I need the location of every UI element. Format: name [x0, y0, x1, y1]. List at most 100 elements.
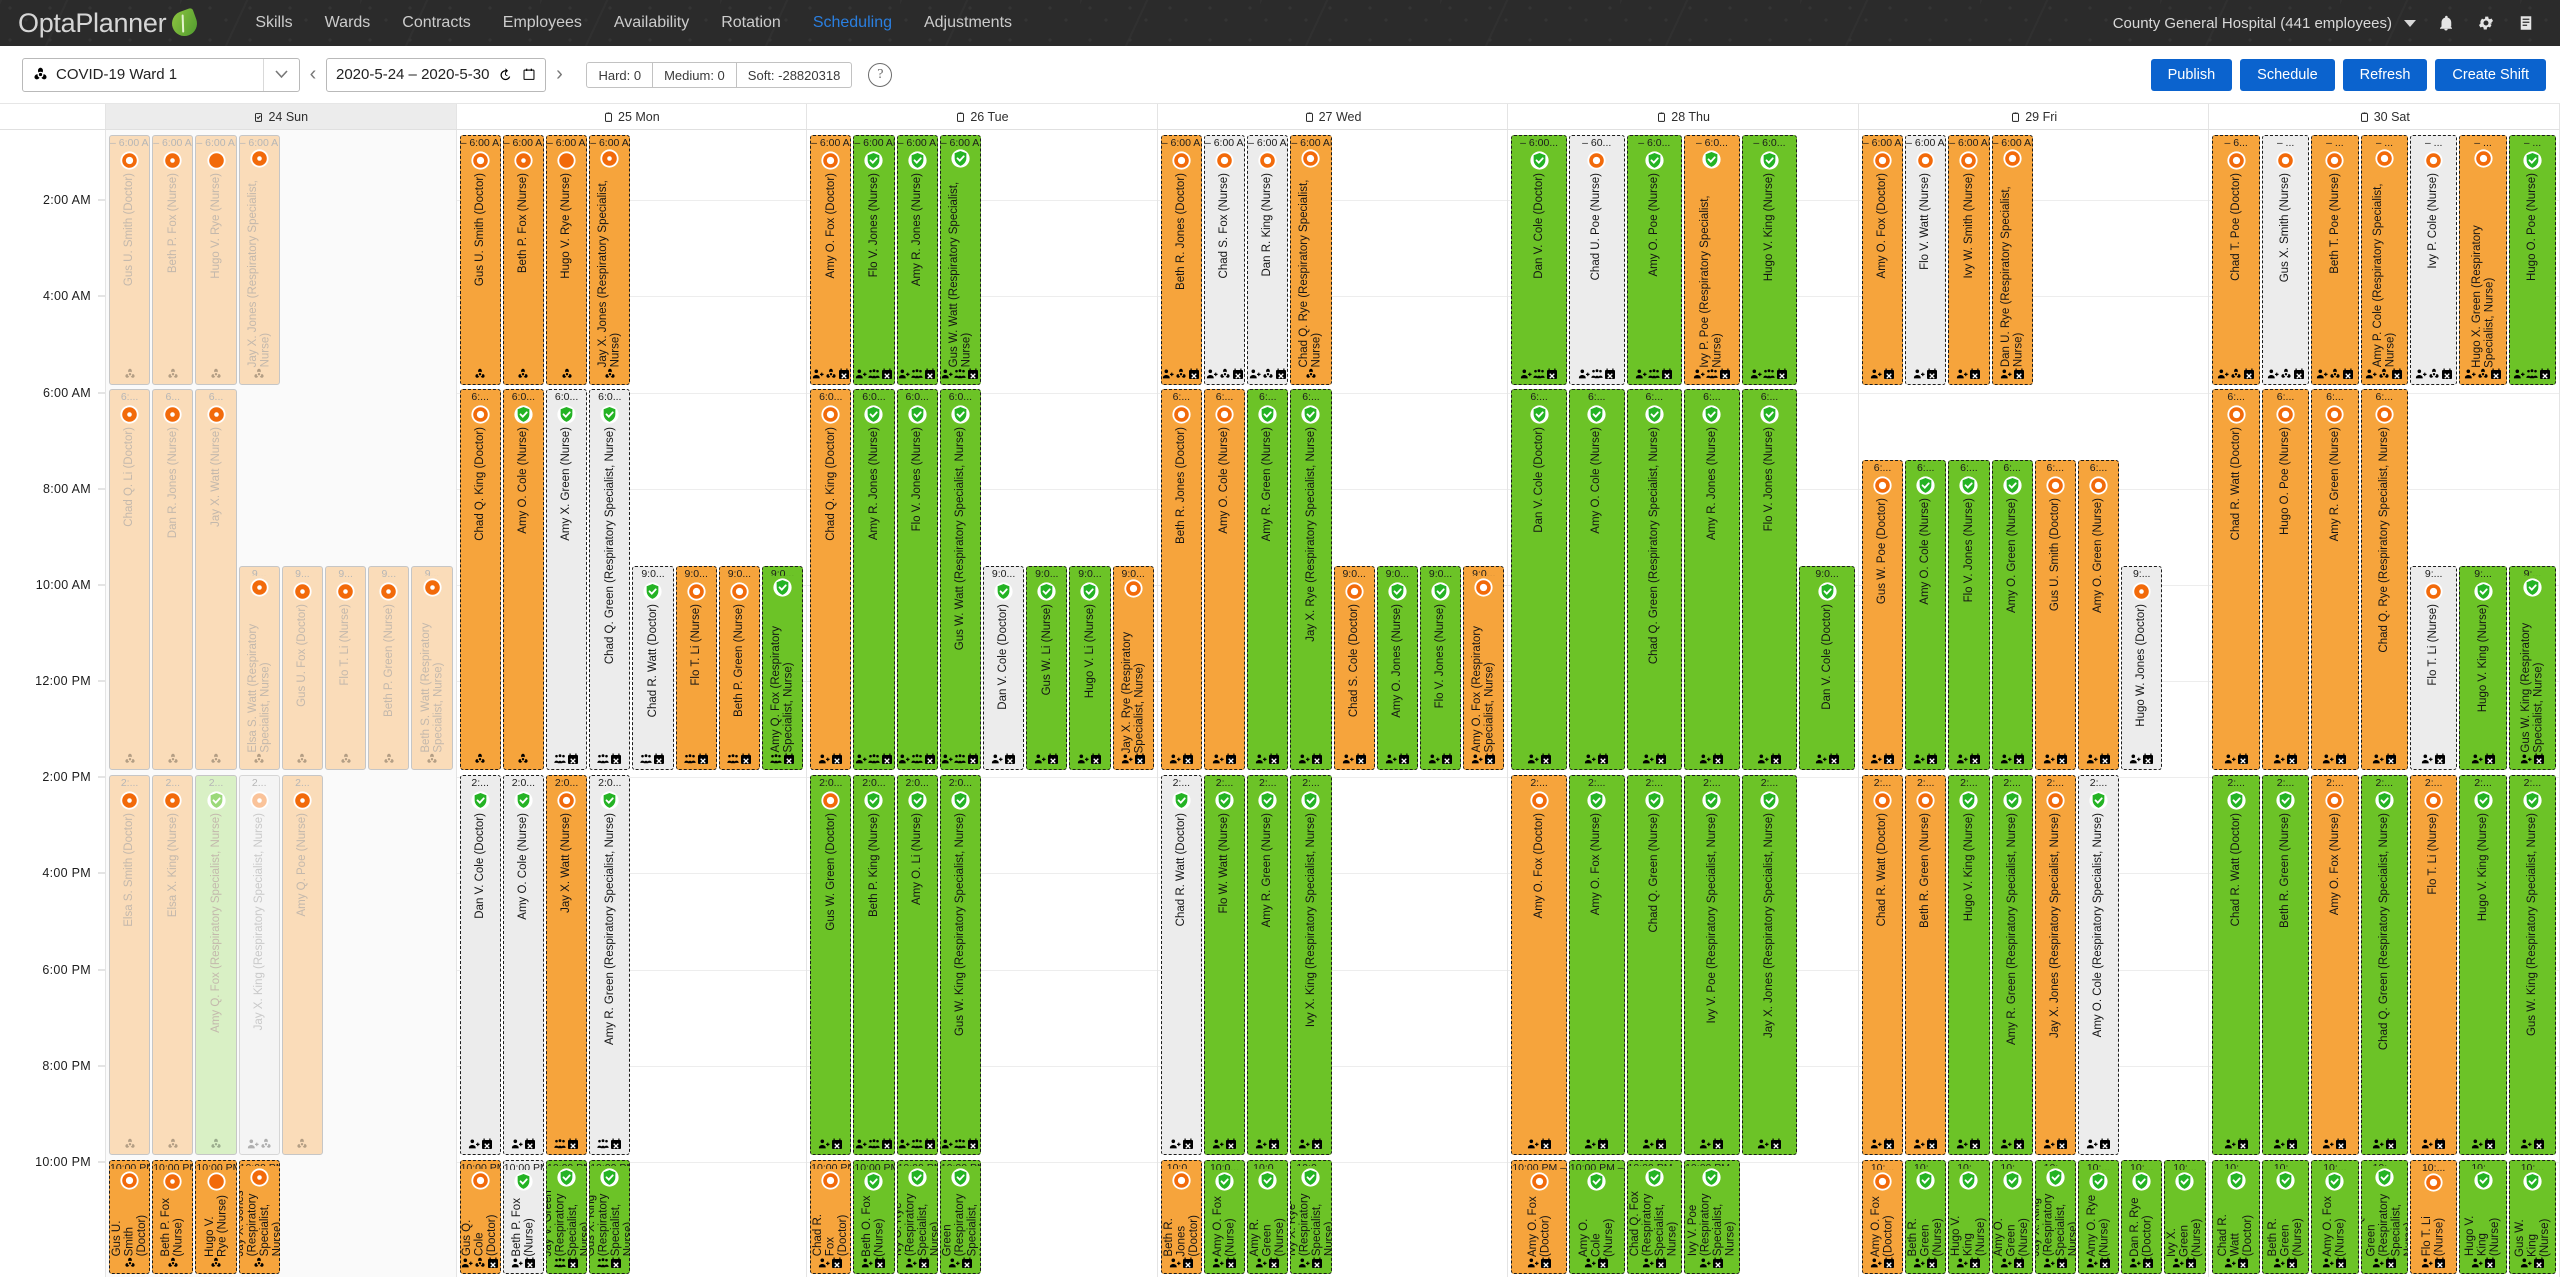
shift-card[interactable]: 2:... Chad R. Watt (Doctor) — [1861, 774, 1904, 1156]
shift-card[interactable]: 6:... Chad Q. Li (Doctor) — [109, 389, 151, 771]
next-week-button[interactable]: › — [546, 58, 572, 92]
shift-card[interactable]: – 6:00 AM Ivy W. Smith (Nurse) — [1948, 134, 1990, 385]
create-shift-button[interactable]: Create Shift — [2435, 58, 2546, 91]
shift-card[interactable]: 2:... Amy O. Cole (Respiratory Specialist… — [2077, 774, 2120, 1156]
shift-card[interactable]: 9:0... Beth P. Green (Nurse) — [718, 565, 760, 771]
prev-week-button[interactable]: ‹ — [300, 58, 326, 92]
shift-card[interactable]: – 6:00 AM Jay X. Jones (Respiratory Speci… — [238, 134, 280, 385]
shift-card[interactable]: 2:... Flo T. Li (Nurse) — [2409, 774, 2458, 1156]
shift-card[interactable]: 6:... Amy O. Green (Nurse) — [2077, 460, 2120, 771]
shift-card[interactable]: 10:0... Ivy X. Rye (Respiratory Specialis… — [1290, 1160, 1332, 1274]
shift-card[interactable]: 9:0... Amy O. Jones (Nurse) — [1376, 565, 1418, 771]
shift-card[interactable]: 6:0... Flo V. Jones (Nurse) — [896, 389, 938, 771]
shift-card[interactable]: 9:0... Dan V. Cole (Doctor) — [1799, 565, 1855, 771]
shift-card[interactable]: 2:0... Gus W. King (Respiratory Specialis… — [939, 774, 981, 1156]
shift-card[interactable]: 10:00 PM – Beth P. Fox (Nurse) — [152, 1160, 194, 1274]
shift-card[interactable]: 2:... Gus W. King (Respiratory Specialist… — [2508, 774, 2557, 1156]
day-header-28-thu[interactable]: 28 Thu — [1508, 104, 1859, 129]
shift-card[interactable]: 10:... Flo T. Li (Nurse) — [2409, 1160, 2458, 1274]
shift-card[interactable]: – 6:00 AM Flo V. Watt (Nurse) — [1905, 134, 1947, 385]
shift-card[interactable]: – 6:00 AM Chad S. Fox (Nurse) — [1203, 134, 1246, 385]
shift-card[interactable]: – 6:00 AM Hugo V. Rye (Nurse) — [545, 134, 588, 385]
ward-select[interactable]: COVID-19 Ward 1 — [22, 57, 300, 92]
shift-card[interactable]: – 6:00 AM Beth P. Fox (Nurse) — [502, 134, 544, 385]
shift-card[interactable]: 9... Elsa S. Watt (Respiratory Specialist… — [238, 565, 280, 771]
day-header-30-sat[interactable]: 30 Sat — [2209, 104, 2560, 129]
shift-card[interactable]: 6:... Amy O. Green (Nurse) — [1991, 460, 2033, 771]
shift-card[interactable]: 9... Beth P. Green (Nurse) — [368, 565, 410, 771]
shift-card[interactable]: 10:00 PM – Gus X. King (Respiratory Speci… — [589, 1160, 631, 1274]
shift-card[interactable]: 6:... Chad Q. Green (Respiratory Speciali… — [1626, 389, 1683, 771]
shift-card[interactable]: 10:00 PM – Chad Q. Fox (Respiratory Speci… — [1626, 1160, 1683, 1274]
shift-card[interactable]: 6:... Dan V. Cole (Doctor) — [1511, 389, 1567, 771]
shift-card[interactable]: 6:... Gus U. Smith (Doctor) — [2034, 460, 2076, 771]
day-header-25-mon[interactable]: 25 Mon — [457, 104, 808, 129]
shift-card[interactable]: – 6:0... Amy O. Poe (Nurse) — [1626, 134, 1683, 385]
shift-card[interactable]: 6:0... Chad Q. King (Doctor) — [810, 389, 852, 771]
shift-card[interactable]: 2:... Beth R. Green (Nurse) — [1905, 774, 1947, 1156]
shift-card[interactable]: 2:... Ivy X. King (Respiratory Specialist… — [1290, 774, 1332, 1156]
shift-card[interactable]: 2:... Hugo V. King (Nurse) — [2459, 774, 2507, 1156]
shift-card[interactable]: 10:00 PM – Gus X. Green (Respiratory Spec… — [939, 1160, 981, 1274]
schedule-button[interactable]: Schedule — [2240, 58, 2335, 91]
shift-card[interactable]: 6:... Flo V. Jones (Nurse) — [1948, 460, 1990, 771]
shift-card[interactable]: – 6:0... Hugo V. King (Nurse) — [1741, 134, 1798, 385]
shift-card[interactable]: 6:0... Amy X. Green (Nurse) — [545, 389, 588, 771]
shift-card[interactable]: – 6:00 AM Dan R. King (Nurse) — [1247, 134, 1289, 385]
shift-card[interactable]: – 6:00 AM Hugo V. Rye (Nurse) — [195, 134, 237, 385]
shift-card[interactable]: – 6:00 AM Flo V. Jones (Nurse) — [853, 134, 895, 385]
shift-card[interactable]: – 6:00 AM Gus U. Smith (Doctor) — [109, 134, 151, 385]
shift-card[interactable]: – 6:00... Dan V. Cole (Doctor) — [1511, 134, 1567, 385]
shift-card[interactable]: 10:0... Amy O. Fox (Nurse) — [1203, 1160, 1246, 1274]
shift-card[interactable]: 6:... Jay X. Rye (Respiratory Specialist,… — [1290, 389, 1332, 771]
refresh-button[interactable]: Refresh — [2342, 58, 2428, 91]
shift-card[interactable]: 2:0... Gus W. Green (Doctor) — [810, 774, 852, 1156]
shift-card[interactable]: 10:... Ivy X. Green (Nurse) — [2164, 1160, 2206, 1274]
shift-card[interactable]: 2:... Chad Q. Green (Respiratory Speciali… — [2360, 774, 2408, 1156]
shift-card[interactable]: 6:0... Chad Q. Green (Respiratory Special… — [589, 389, 631, 771]
shift-card[interactable]: 10:... Gus W. King (Nurse) — [2508, 1160, 2557, 1274]
shift-card[interactable]: – ... Hugo X. Green (Respiratory Speciali… — [2459, 134, 2507, 385]
shift-card[interactable]: 10:0... Amy R. Green (Nurse) — [1247, 1160, 1289, 1274]
shift-card[interactable]: 6:... Beth R. Jones (Doctor) — [1160, 389, 1202, 771]
shift-card[interactable]: 9:0... Jay X. Rye (Respiratory Specialist… — [1112, 565, 1154, 771]
calendar-icon[interactable] — [522, 67, 536, 82]
document-icon[interactable] — [2506, 3, 2546, 43]
shift-card[interactable]: 10:... Amy O. Rye (Nurse) — [2077, 1160, 2120, 1274]
shift-card[interactable]: – 6:00 AM Amy O. Fox (Doctor) — [1861, 134, 1904, 385]
shift-card[interactable]: 6:... Chad Q. Rye (Respiratory Specialist… — [2360, 389, 2408, 771]
day-header-24-sun[interactable]: 24 Sun — [106, 104, 457, 129]
shift-card[interactable]: 6:... Amy O. Cole (Nurse) — [1905, 460, 1947, 771]
shift-card[interactable]: 9... Gus U. Fox (Doctor) — [281, 565, 324, 771]
shift-card[interactable]: 10:00 PM – Gus Q. Cole (Doctor) — [459, 1160, 501, 1274]
shift-card[interactable]: – 6:00 AM Gus W. Watt (Respiratory Specia… — [939, 134, 981, 385]
shift-card[interactable]: 10:... Beth R. Green (Nurse) — [1905, 1160, 1947, 1274]
shift-card[interactable]: 6... Jay X. Watt (Nurse) — [195, 389, 237, 771]
shift-card[interactable]: 9:0... Amy O. Fox (Respiratory Specialist… — [1463, 565, 1505, 771]
day-header-29-fri[interactable]: 29 Fri — [1859, 104, 2210, 129]
shift-card[interactable]: 6:... Amy O. Cole (Nurse) — [1203, 389, 1246, 771]
shift-card[interactable]: 2:0... Beth P. King (Nurse) — [853, 774, 895, 1156]
shift-card[interactable]: 10:00 PM – Hugo V. Rye (Nurse) — [195, 1160, 237, 1274]
shift-card[interactable]: 10:00 PM – Beth P. Fox (Nurse) — [502, 1160, 544, 1274]
shift-card[interactable]: – ... Hugo O. Poe (Nurse) — [2508, 134, 2557, 385]
shift-card[interactable]: 2:... Ivy V. Poe (Respiratory Specialist,… — [1684, 774, 1740, 1156]
shift-card[interactable]: 6:... Hugo O. Poe (Nurse) — [2261, 389, 2310, 771]
shift-card[interactable]: 10:00 PM – Ivy O. Rye (Respiratory Specia… — [896, 1160, 938, 1274]
nav-link-employees[interactable]: Employees — [487, 8, 598, 38]
shift-card[interactable]: 2... Elsa X. King (Nurse) — [152, 774, 194, 1156]
shift-card[interactable]: 2... Jay X. King (Respiratory Specialist,… — [238, 774, 280, 1156]
shift-card[interactable]: 10:00 PM – Amy O. Cole (Nurse) — [1568, 1160, 1625, 1274]
shift-card[interactable]: 2:0... Amy O. Cole (Nurse) — [502, 774, 544, 1156]
shift-card[interactable]: 9:0... Flo V. Jones (Nurse) — [1419, 565, 1462, 771]
shift-card[interactable]: – 6:00 AM Amy O. Fox (Doctor) — [810, 134, 852, 385]
shift-card[interactable]: 10:... Chad R. Watt (Doctor) — [2212, 1160, 2260, 1274]
shift-card[interactable]: 10:00 PM – Chad R. Fox (Doctor) — [810, 1160, 852, 1274]
question-circle-icon[interactable]: ? — [868, 62, 893, 87]
shift-card[interactable]: 9:... Flo T. Li (Nurse) — [2409, 565, 2458, 771]
shift-card[interactable]: 2:... Amy R. Green (Respiratory Specialis… — [1991, 774, 2033, 1156]
shift-card[interactable]: – 6:00 AM Gus U. Smith (Doctor) — [459, 134, 501, 385]
shift-card[interactable]: 2:... Chad R. Watt (Doctor) — [2212, 774, 2260, 1156]
shift-card[interactable]: – ... Amy P. Cole (Respiratory Specialist… — [2360, 134, 2408, 385]
shift-card[interactable]: 10:... Beth R. Green (Nurse) — [2261, 1160, 2310, 1274]
